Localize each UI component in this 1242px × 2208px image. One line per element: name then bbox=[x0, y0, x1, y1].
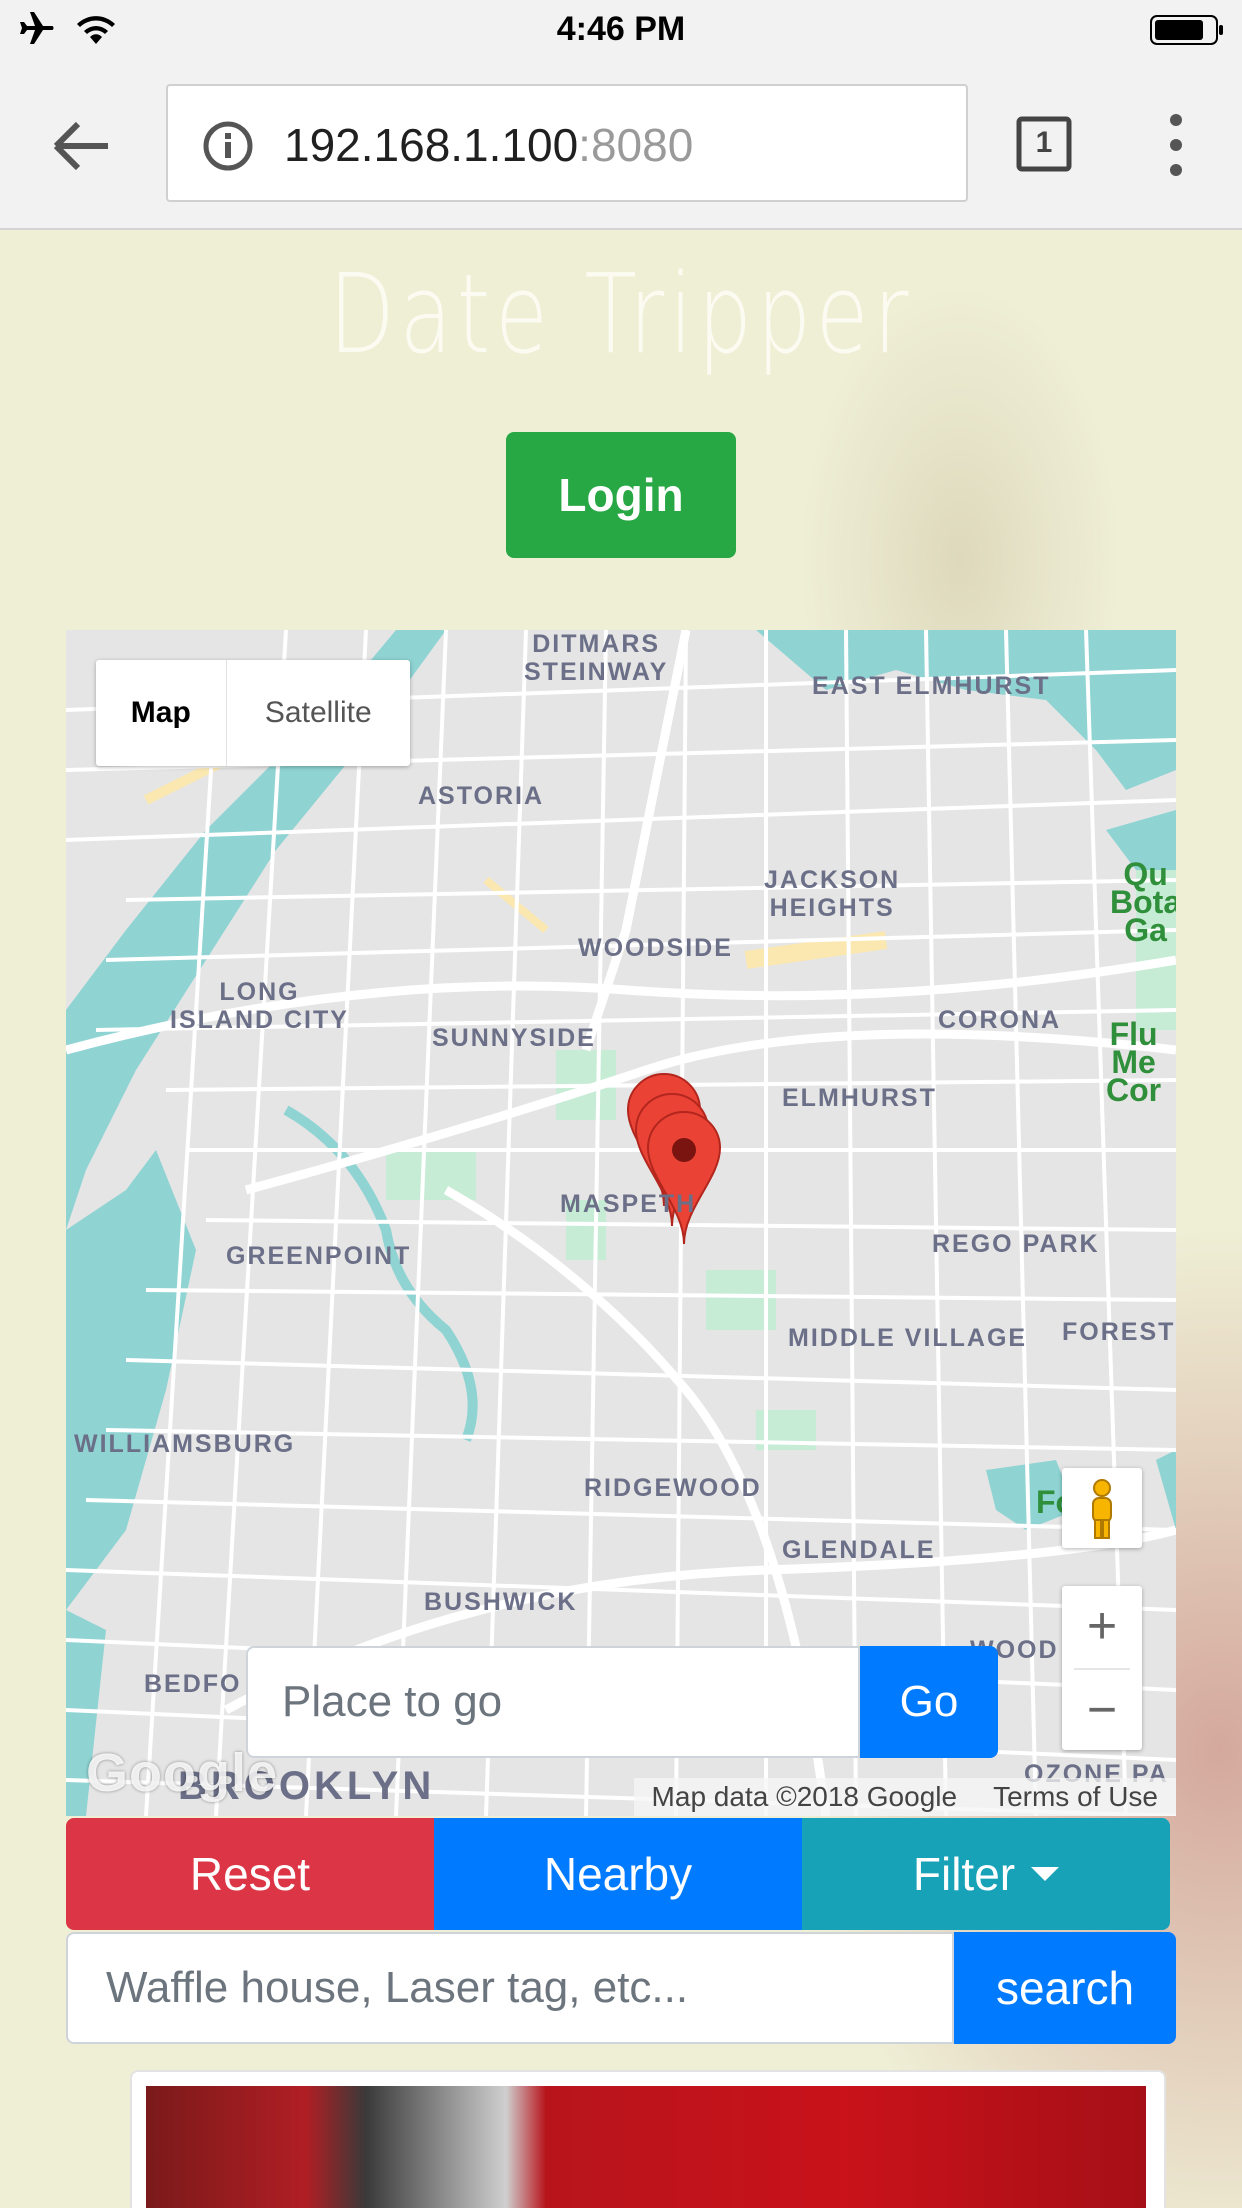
zoom-control: + − bbox=[1062, 1586, 1142, 1750]
map-label-ditmars: DITMARS STEINWAY bbox=[524, 630, 669, 686]
pegman-icon bbox=[1092, 1479, 1112, 1539]
search-button[interactable]: search bbox=[954, 1932, 1176, 2044]
filter-label: Filter bbox=[912, 1848, 1016, 1900]
map-label-greenpoint: GREENPOINT bbox=[226, 1242, 412, 1270]
map-label-glendale: GLENDALE bbox=[782, 1536, 936, 1564]
zoom-in-button[interactable]: + bbox=[1062, 1586, 1142, 1666]
map-label-rego-park: REGO PARK bbox=[932, 1230, 1100, 1258]
result-image bbox=[146, 2086, 1146, 2208]
street-view-pegman[interactable] bbox=[1062, 1468, 1142, 1548]
site-title: Date Tripper bbox=[328, 250, 914, 378]
go-button[interactable]: Go bbox=[860, 1646, 998, 1758]
map-label-bushwick: BUSHWICK bbox=[424, 1588, 578, 1616]
nearby-label: Nearby bbox=[543, 1848, 693, 1900]
map-label-bedford: BEDFO bbox=[144, 1670, 242, 1698]
map-label-queens-botanical: Qu Bota Ga bbox=[1110, 856, 1176, 948]
url-text: 192.168.1.100:8080 bbox=[284, 118, 693, 172]
info-icon[interactable] bbox=[202, 120, 254, 172]
login-button[interactable]: Login bbox=[506, 432, 736, 558]
battery-icon bbox=[1150, 15, 1223, 45]
map-label-forest: FOREST bbox=[1062, 1318, 1176, 1346]
map-label-ridgewood: RIDGEWOOD bbox=[584, 1474, 762, 1502]
tab-switcher-button[interactable]: 1 bbox=[1016, 116, 1072, 172]
map-label-middle-village: MIDDLE VILLAGE bbox=[788, 1324, 1028, 1352]
nearby-button[interactable]: Nearby bbox=[434, 1818, 802, 1930]
url-host: 192.168.1.100 bbox=[284, 119, 579, 171]
map-label-williamsburg: WILLIAMSBURG bbox=[74, 1430, 296, 1458]
map-markers bbox=[626, 1073, 722, 1245]
reset-button[interactable]: Reset bbox=[66, 1818, 434, 1930]
filter-dropdown-button[interactable]: Filter bbox=[802, 1818, 1170, 1930]
google-logo: Google bbox=[86, 1743, 278, 1803]
reset-label: Reset bbox=[189, 1848, 311, 1900]
map-attribution: Map data ©2018 Google Terms of Use bbox=[633, 1778, 1176, 1816]
map-label-corona: CORONA bbox=[938, 1006, 1062, 1034]
zoom-out-button[interactable]: − bbox=[1062, 1670, 1142, 1750]
place-to-go-input[interactable]: Place to go bbox=[246, 1646, 860, 1758]
activity-search: Waffle house, Laser tag, etc... search bbox=[66, 1932, 1176, 2044]
map-label-sunnyside: SUNNYSIDE bbox=[432, 1024, 596, 1052]
page-content: Date Tripper Login DITMARS STEINWAY EAST… bbox=[0, 230, 1242, 2208]
google-map[interactable]: DITMARS STEINWAY EAST ELMHURST ASTORIA J… bbox=[66, 630, 1176, 1816]
browser-toolbar: 192.168.1.100:8080 1 bbox=[0, 62, 1242, 230]
back-arrow-icon[interactable] bbox=[52, 118, 112, 174]
status-bar: 4:46 PM bbox=[0, 0, 1242, 62]
map-type-map-button[interactable]: Map bbox=[96, 660, 227, 766]
status-time: 4:46 PM bbox=[556, 10, 686, 48]
map-label-astoria: ASTORIA bbox=[418, 782, 545, 810]
map-label-long-island-city: LONG ISLAND CITY bbox=[170, 978, 349, 1034]
map-label-maspeth: MASPETH bbox=[560, 1190, 697, 1218]
map-data-credit: Map data ©2018 Google bbox=[651, 1781, 958, 1812]
overflow-menu-icon[interactable] bbox=[1162, 112, 1190, 178]
terms-of-use-link[interactable]: Terms of Use bbox=[993, 1781, 1158, 1813]
map-label-flushing-meadows: Flu Me Cor bbox=[1106, 1016, 1162, 1108]
activity-search-input[interactable]: Waffle house, Laser tag, etc... bbox=[66, 1932, 954, 2044]
action-button-group: Reset Nearby Filter bbox=[66, 1818, 1170, 1930]
map-label-woodside: WOODSIDE bbox=[578, 934, 733, 962]
map-type-satellite-button[interactable]: Satellite bbox=[227, 660, 410, 766]
url-port: :8080 bbox=[578, 119, 694, 171]
map-label-east-elmhurst: EAST ELMHURST bbox=[812, 672, 1051, 700]
address-bar[interactable]: 192.168.1.100:8080 bbox=[166, 84, 968, 202]
tab-count: 1 bbox=[1035, 126, 1053, 159]
caret-down-icon bbox=[1031, 1867, 1060, 1881]
result-card[interactable] bbox=[130, 2070, 1166, 2208]
map-label-elmhurst: ELMHURST bbox=[782, 1084, 937, 1112]
map-label-jackson-heights: JACKSON HEIGHTS bbox=[764, 866, 901, 922]
map-type-control: Map Satellite bbox=[96, 660, 410, 766]
